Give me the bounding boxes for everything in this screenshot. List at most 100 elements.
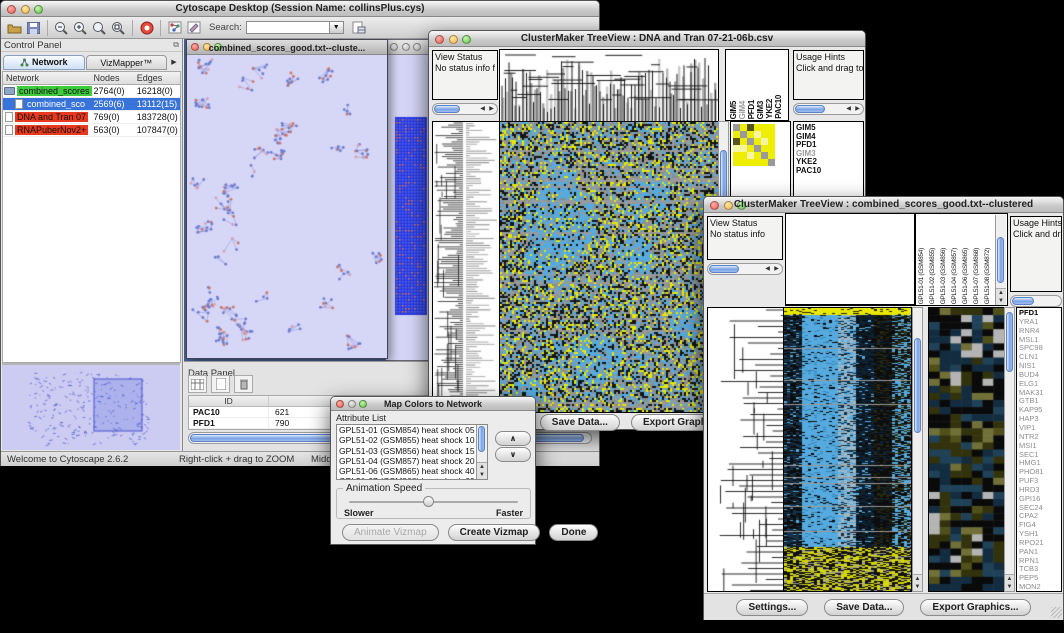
save-data-button[interactable]: Save Data...: [540, 414, 620, 431]
minimize-button[interactable]: [402, 43, 410, 51]
tv1-zoom-matrix[interactable]: [733, 124, 775, 166]
save-icon[interactable]: [24, 19, 43, 37]
select-attributes-icon[interactable]: [188, 375, 207, 393]
matrix-cell[interactable]: [761, 145, 768, 152]
settings-button[interactable]: Settings...: [736, 599, 808, 616]
tv2-status-scrollbar[interactable]: ◀▶: [707, 263, 783, 275]
matrix-cell[interactable]: [733, 131, 740, 138]
tv2-global-heatmap[interactable]: [783, 307, 912, 592]
attribute-list-item[interactable]: GPL51-03 (GSM856) heat shock 15 min: [337, 446, 487, 456]
matrix-cell[interactable]: [768, 131, 775, 138]
scroll-right-arrow[interactable]: ▶: [487, 105, 496, 114]
matrix-cell[interactable]: [740, 138, 747, 145]
done-button[interactable]: Done: [549, 524, 598, 541]
heatmap-column-label[interactable]: GIM5: [729, 101, 738, 119]
heatmap-column-label[interactable]: PFD1: [747, 100, 756, 119]
data-col-id[interactable]: ID: [189, 396, 269, 406]
matrix-cell[interactable]: [733, 124, 740, 131]
tv2-hints-scrollbar[interactable]: [1010, 295, 1062, 307]
matrix-cell[interactable]: [761, 152, 768, 159]
attribute-list-item[interactable]: GPL51-04 (GSM857) heat shock 20 min: [337, 456, 487, 466]
open-file-icon[interactable]: [5, 19, 24, 37]
matrix-cell[interactable]: [768, 152, 775, 159]
matrix-cell[interactable]: [747, 145, 754, 152]
save-data-button[interactable]: Save Data...: [824, 599, 904, 616]
tab-vizmapper[interactable]: VizMapper™: [86, 55, 168, 70]
scroll-down-arrow[interactable]: ▼: [913, 583, 922, 591]
attribute-list-item[interactable]: GPL51-06 (GSM865) heat shock 40 min: [337, 466, 487, 476]
heatmap-column-label[interactable]: GPL51-07 (GSM868): [973, 248, 980, 304]
scroll-left-arrow[interactable]: ◀: [844, 105, 853, 114]
table-row[interactable]: combined_scores2764(0)16218(0): [3, 85, 180, 98]
animation-speed-slider[interactable]: [349, 496, 518, 508]
matrix-cell[interactable]: [754, 138, 761, 145]
heatmap-column-label[interactable]: GPL51-03 (GSM856): [940, 248, 947, 304]
matrix-cell[interactable]: [740, 159, 747, 166]
heatmap-column-label[interactable]: GPL51-04 (GSM857): [951, 248, 958, 304]
zoom-selected-icon[interactable]: [90, 19, 109, 37]
move-up-button[interactable]: ∧: [495, 431, 531, 446]
heatmap-column-label[interactable]: PAC10: [774, 95, 783, 119]
matrix-cell[interactable]: [754, 145, 761, 152]
annotation-icon[interactable]: [184, 19, 203, 37]
scroll-down-arrow[interactable]: ▼: [477, 471, 487, 479]
scroll-left-arrow[interactable]: ◀: [478, 105, 487, 114]
matrix-cell[interactable]: [733, 138, 740, 145]
zoom-fit-icon[interactable]: [109, 19, 128, 37]
heatmap-row-label[interactable]: PAC10: [796, 167, 821, 176]
scroll-up-arrow[interactable]: ▲: [1005, 575, 1014, 583]
attribute-browser-icon[interactable]: [350, 19, 369, 37]
table-row[interactable]: RNAPuberNov2+563(0)107847(0): [3, 124, 180, 137]
treeview2-titlebar[interactable]: ClusterMaker TreeView : combined_scores_…: [704, 197, 1063, 213]
dialog-titlebar[interactable]: Map Colors to Network: [331, 397, 535, 411]
tab-network[interactable]: Network: [3, 55, 85, 70]
network-view-canvas[interactable]: [187, 55, 387, 358]
matrix-cell[interactable]: [733, 145, 740, 152]
matrix-cell[interactable]: [768, 124, 775, 131]
create-attribute-icon[interactable]: [211, 375, 230, 393]
matrix-cell[interactable]: [740, 131, 747, 138]
tv2-global-vscrollbar[interactable]: ▲▼: [912, 307, 923, 592]
help-icon[interactable]: [137, 19, 156, 37]
matrix-cell[interactable]: [733, 159, 740, 166]
attribute-list-item[interactable]: GPL51-07 (GSM868) heat shock 60 min: [337, 476, 487, 480]
tv1-column-dendrogram[interactable]: [499, 49, 719, 123]
delete-attribute-icon[interactable]: [234, 375, 253, 393]
heatmap-column-label[interactable]: GIM3: [756, 101, 765, 119]
attribute-list-item[interactable]: GPL51-01 (GSM854) heat shock 05 min: [337, 425, 487, 435]
float-panel-icon[interactable]: ⧉: [173, 40, 179, 50]
matrix-cell[interactable]: [761, 138, 768, 145]
heatmap-column-label[interactable]: GPL51-08 (GSM872): [984, 248, 991, 304]
network-overview[interactable]: [2, 363, 180, 450]
resize-grip[interactable]: [1051, 607, 1062, 618]
export-graphics-button[interactable]: Export Graphics...: [920, 599, 1030, 616]
network-modify-icon[interactable]: [165, 19, 184, 37]
tv2-row-dendrogram[interactable]: [707, 307, 784, 592]
animate-vizmap-button[interactable]: Animate Vizmap: [342, 524, 439, 541]
tv2-zoom-heatmap[interactable]: [928, 307, 1005, 592]
matrix-cell[interactable]: [761, 131, 768, 138]
matrix-cell[interactable]: [768, 159, 775, 166]
zoom-in-icon[interactable]: [71, 19, 90, 37]
matrix-cell[interactable]: [754, 159, 761, 166]
scroll-down-arrow[interactable]: ▼: [996, 297, 1006, 305]
heatmap-column-label[interactable]: GPL51-06 (GSM865): [962, 248, 969, 304]
matrix-cell[interactable]: [761, 159, 768, 166]
search-dropdown-arrow[interactable]: ▼: [330, 21, 344, 34]
matrix-cell[interactable]: [768, 145, 775, 152]
matrix-cell[interactable]: [754, 152, 761, 159]
move-down-button[interactable]: ∨: [495, 447, 531, 462]
tv1-hints-scrollbar[interactable]: ◀▶: [793, 103, 864, 115]
heatmap-column-label[interactable]: YKE2: [765, 99, 774, 119]
scroll-right-arrow[interactable]: ▶: [853, 105, 862, 114]
matrix-cell[interactable]: [740, 152, 747, 159]
scroll-up-arrow[interactable]: ▲: [477, 463, 487, 471]
matrix-cell[interactable]: [747, 159, 754, 166]
scroll-up-arrow[interactable]: ▲: [996, 289, 1006, 297]
table-row[interactable]: combined_sco2569(6)13112(15): [3, 98, 180, 111]
zoom-button[interactable]: [413, 43, 421, 51]
tv1-row-dendrogram[interactable]: [432, 121, 499, 413]
cytoscape-titlebar[interactable]: Cytoscape Desktop (Session Name: collins…: [1, 1, 599, 17]
matrix-cell[interactable]: [747, 152, 754, 159]
treeview1-titlebar[interactable]: ClusterMaker TreeView : DNA and Tran 07-…: [429, 31, 865, 47]
